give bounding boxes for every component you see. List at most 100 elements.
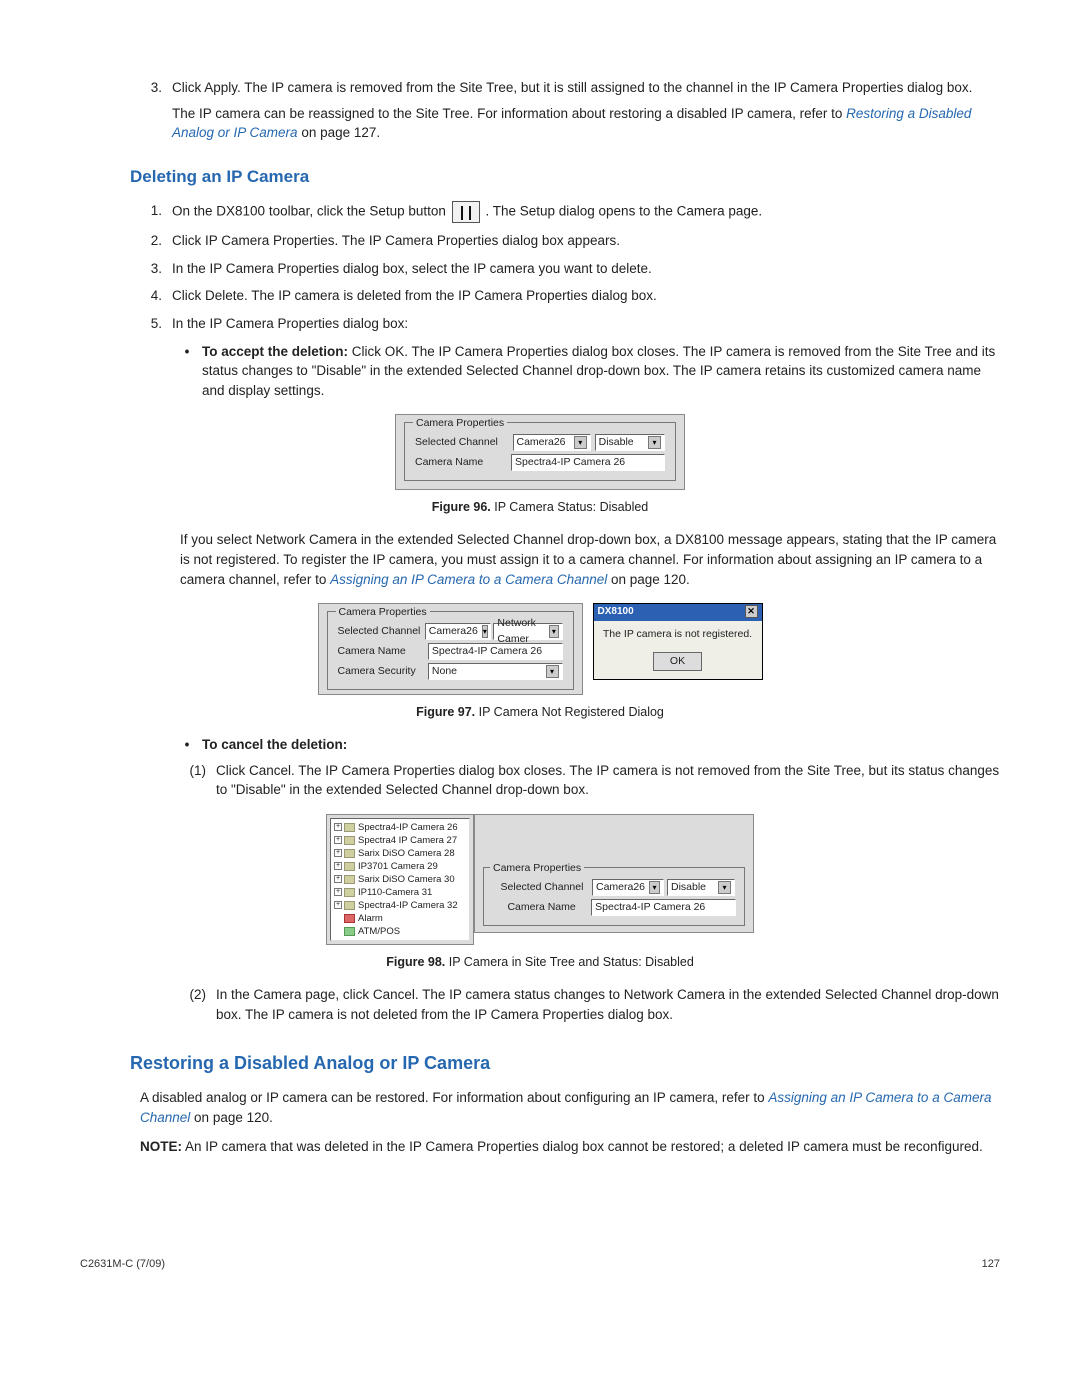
camera-icon	[344, 836, 355, 845]
step-number: 3	[140, 259, 162, 279]
text: on page 120.	[607, 572, 690, 587]
label-camera-name: Camera Name	[338, 644, 428, 659]
tree-label: IP110-Camera 31	[358, 886, 432, 900]
cancel-substep-2: (2) In the Camera page, click Cancel. Th…	[180, 985, 1000, 1024]
camera-name-input[interactable]: Spectra4-IP Camera 26	[511, 454, 665, 471]
figure-98-caption: Figure 98. IP Camera in Site Tree and St…	[80, 953, 1000, 971]
expand-icon[interactable]: +	[334, 862, 342, 870]
input-value: Spectra4-IP Camera 26	[595, 900, 705, 915]
del-step-2: 2 Click IP Camera Properties. The IP Cam…	[140, 231, 1000, 251]
step-number: 1	[140, 201, 162, 223]
del-step-4: 4 Click Delete. The IP camera is deleted…	[140, 286, 1000, 306]
paragraph-after-fig96: If you select Network Camera in the exte…	[180, 530, 1000, 589]
tree-item-alarm[interactable]: Alarm	[334, 912, 466, 925]
groupbox-legend: Camera Properties	[413, 416, 507, 431]
alarm-icon	[344, 914, 355, 923]
titlebar: DX8100 ✕	[594, 604, 762, 621]
message-text: The IP camera is not registered.	[594, 621, 762, 648]
dropdown-value: Disable	[671, 880, 706, 895]
tree-item[interactable]: +Spectra4-IP Camera 26	[334, 821, 466, 834]
text: on page 120.	[190, 1110, 273, 1125]
expand-icon[interactable]: +	[334, 875, 342, 883]
text: A disabled analog or IP camera can be re…	[140, 1090, 768, 1105]
caption-label: Figure 96.	[432, 500, 491, 514]
input-value: Spectra4-IP Camera 26	[432, 644, 542, 659]
tree-label: Sarix DiSO Camera 28	[358, 847, 455, 861]
page-footer: C2631M-C (7/09) 127	[80, 1257, 1000, 1273]
footer-doc-id: C2631M-C (7/09)	[80, 1257, 165, 1273]
step-body: In the IP Camera Properties dialog box, …	[172, 259, 1000, 279]
chevron-down-icon	[649, 881, 660, 894]
ok-button[interactable]: OK	[653, 652, 702, 671]
selected-channel-dropdown[interactable]: Camera26	[513, 434, 591, 451]
expand-icon[interactable]: +	[334, 901, 342, 909]
caption-label: Figure 97.	[416, 705, 475, 719]
figure-97-caption: Figure 97. IP Camera Not Registered Dial…	[80, 703, 1000, 721]
camera-name-input[interactable]: Spectra4-IP Camera 26	[591, 899, 736, 916]
bullet-icon: •	[180, 342, 194, 401]
dropdown-value: None	[432, 664, 457, 679]
input-value: Spectra4-IP Camera 26	[515, 455, 625, 470]
tree-item[interactable]: +Spectra4-IP Camera 32	[334, 899, 466, 912]
close-icon[interactable]: ✕	[745, 605, 758, 618]
del-step-1: 1 On the DX8100 toolbar, click the Setup…	[140, 201, 1000, 223]
caption-text: IP Camera Not Registered Dialog	[475, 705, 664, 719]
tree-item[interactable]: + IP3701 Camera 29	[334, 860, 466, 873]
bullet-lead: To accept the deletion:	[202, 344, 348, 359]
expand-icon[interactable]: +	[334, 823, 342, 831]
label-selected-channel: Selected Channel	[415, 435, 513, 450]
dropdown-value: Disable	[599, 435, 634, 450]
camera-icon	[344, 823, 355, 832]
tree-item[interactable]: + IP110-Camera 31	[334, 886, 466, 899]
chevron-down-icon	[718, 881, 731, 894]
site-tree[interactable]: +Spectra4-IP Camera 26 + Spectra4 IP Came…	[330, 818, 470, 941]
camera-icon	[344, 901, 355, 910]
camera-name-input[interactable]: Spectra4-IP Camera 26	[428, 643, 563, 660]
step-body: On the DX8100 toolbar, click the Setup b…	[172, 201, 1000, 223]
link-assigning-ip-camera[interactable]: Assigning an IP Camera to a Camera Chann…	[330, 572, 607, 587]
label-camera-name: Camera Name	[415, 455, 511, 470]
camera-icon	[344, 862, 355, 871]
selected-channel-dropdown[interactable]: Camera26	[425, 623, 491, 640]
step-number: 3	[140, 78, 162, 143]
text: on page 127.	[298, 125, 381, 140]
chevron-down-icon	[549, 625, 558, 638]
camera-properties-panel: Camera Properties Selected Channel Camer…	[474, 814, 754, 933]
status-dropdown[interactable]: Disable	[667, 879, 735, 896]
camera-security-dropdown[interactable]: None	[428, 663, 563, 680]
step-body: Click Delete. The IP camera is deleted f…	[172, 286, 1000, 306]
selected-channel-dropdown[interactable]: Camera26	[592, 879, 664, 896]
step-body: In the IP Camera Properties dialog box:	[172, 314, 1000, 334]
note-text: An IP camera that was deleted in the IP …	[182, 1139, 983, 1154]
step-3-subtext: The IP camera can be reassigned to the S…	[172, 104, 1000, 143]
expand-icon[interactable]: +	[334, 888, 342, 896]
camera-properties-dialog: Camera Properties Selected Channel Camer…	[318, 603, 583, 695]
chevron-down-icon	[546, 665, 559, 678]
tree-item[interactable]: + Spectra4 IP Camera 27	[334, 834, 466, 847]
cancel-substep-1: (1) Click Cancel. The IP Camera Properti…	[180, 761, 1000, 800]
caption-text: IP Camera Status: Disabled	[491, 500, 648, 514]
site-tree-panel: +Spectra4-IP Camera 26 + Spectra4 IP Came…	[326, 814, 474, 945]
status-dropdown[interactable]: Network Camer	[493, 623, 562, 640]
expand-icon[interactable]: +	[334, 849, 342, 857]
tree-label: Spectra4 IP Camera 27	[358, 834, 457, 848]
camera-icon	[344, 888, 355, 897]
bullet-accept-deletion: • To accept the deletion: Click OK. The …	[180, 342, 1000, 401]
figure-96: Camera Properties Selected Channel Camer…	[80, 414, 1000, 490]
step-number: 2	[140, 231, 162, 251]
tree-label: IP3701 Camera 29	[358, 860, 438, 874]
tree-item[interactable]: +Sarix DiSO Camera 30	[334, 873, 466, 886]
tree-item-atmpos[interactable]: ATM/POS	[334, 925, 466, 938]
camera-icon	[344, 849, 355, 858]
tree-item[interactable]: + Sarix DiSO Camera 28	[334, 847, 466, 860]
label-selected-channel: Selected Channel	[492, 880, 592, 895]
label-camera-security: Camera Security	[338, 664, 428, 679]
bullet-icon: •	[180, 735, 194, 755]
status-dropdown[interactable]: Disable	[595, 434, 665, 451]
bullet-cancel-deletion: • To cancel the deletion:	[180, 735, 1000, 755]
expand-icon[interactable]: +	[334, 836, 342, 844]
step-3-text: Click Apply. The IP camera is removed fr…	[172, 78, 1000, 98]
tree-label: ATM/POS	[358, 925, 400, 939]
figure-96-caption: Figure 96. IP Camera Status: Disabled	[80, 498, 1000, 516]
step-3: 3 Click Apply. The IP camera is removed …	[140, 78, 1000, 143]
